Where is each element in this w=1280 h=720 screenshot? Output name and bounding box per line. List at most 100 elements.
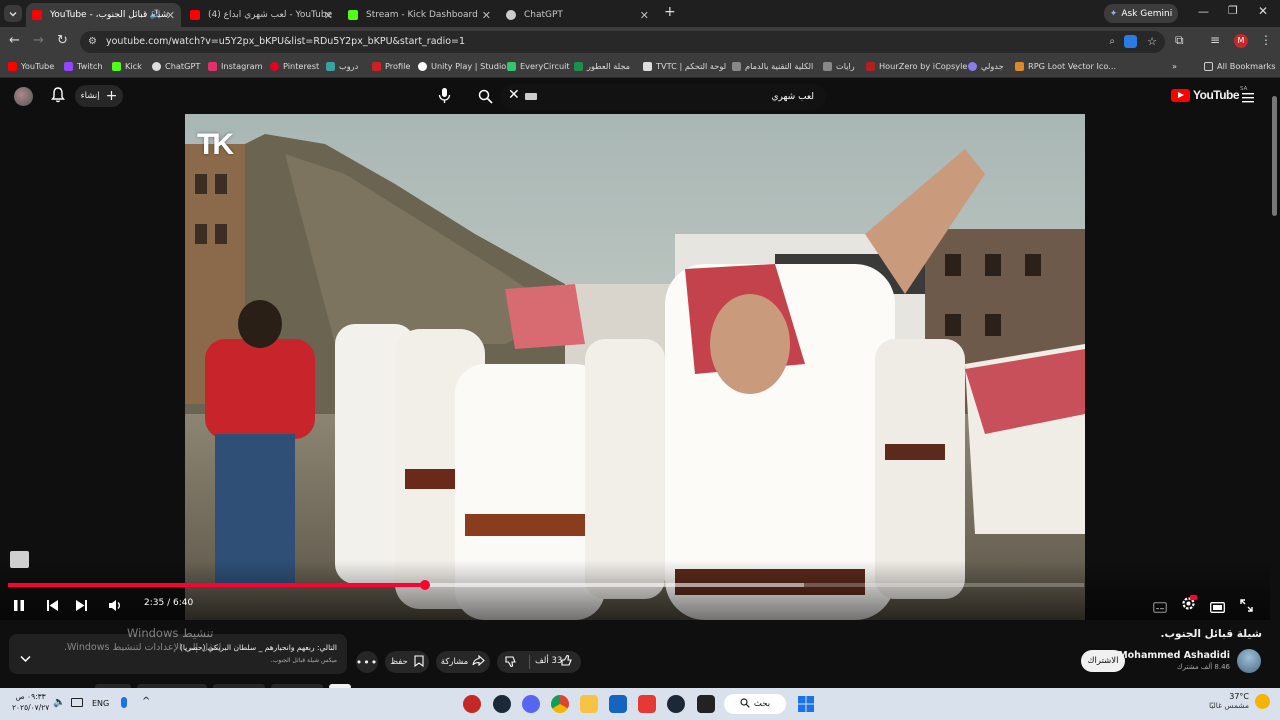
- progress-bar[interactable]: [8, 580, 1084, 590]
- keyboard-icon[interactable]: [525, 93, 537, 100]
- close-icon[interactable]: ✕: [640, 9, 649, 22]
- bookmark-droob[interactable]: دروب: [326, 61, 358, 71]
- maximize-button[interactable]: ❐: [1228, 4, 1238, 17]
- voice-search-icon[interactable]: [438, 87, 451, 108]
- back-icon[interactable]: ←: [9, 33, 20, 48]
- app-icon[interactable]: [463, 695, 481, 713]
- subtitles-icon[interactable]: [1153, 598, 1167, 617]
- star-icon[interactable]: ☆: [1147, 31, 1157, 53]
- share-button[interactable]: مشاركة: [436, 651, 490, 673]
- youtube-logo[interactable]: YouTube SA: [1171, 86, 1247, 102]
- miniplayer-thumb[interactable]: [10, 551, 29, 568]
- windows-taskbar: 37°C مشمس غالبًا بحث ^ ENG 🔈 ٠٩:٣٣ ص ٢٠٢…: [0, 688, 1280, 720]
- chrome-icon[interactable]: [551, 695, 569, 713]
- menu-icon[interactable]: ⋮: [1260, 33, 1272, 47]
- clock[interactable]: ٠٩:٣٣ ص ٢٠٢٥/٠٧/٢٧: [12, 691, 49, 713]
- page-scrollbar[interactable]: [1270, 84, 1278, 684]
- pause-icon[interactable]: [13, 597, 25, 616]
- discord-icon[interactable]: [522, 695, 540, 713]
- show-hidden-icons[interactable]: ^: [142, 696, 150, 707]
- tab-search-button[interactable]: [4, 5, 22, 22]
- close-window-button[interactable]: ✕: [1258, 4, 1268, 18]
- bookmark-pinterest[interactable]: Pinterest: [270, 61, 319, 71]
- channel-avatar[interactable]: [1237, 649, 1261, 673]
- extensions-icon[interactable]: ⧉: [1175, 33, 1184, 48]
- close-icon[interactable]: ✕: [166, 9, 175, 22]
- guide-menu-icon[interactable]: [1242, 88, 1254, 107]
- battery-icon[interactable]: [71, 698, 83, 707]
- more-actions-button[interactable]: •••: [356, 651, 378, 673]
- sun-icon: [1255, 693, 1270, 709]
- reload-icon[interactable]: ↻: [57, 33, 68, 48]
- bookmark-chatgpt[interactable]: ChatGPT: [152, 61, 200, 71]
- microphone-icon[interactable]: [121, 697, 127, 708]
- search-icon[interactable]: [478, 89, 493, 108]
- url-field[interactable]: ⚙ youtube.com/watch?v=u5Y2px_bKPU&list=R…: [80, 31, 1165, 53]
- bookmark-perfume[interactable]: مجلة العطور: [574, 61, 630, 71]
- bookmark-rpg[interactable]: RPG Loot Vector Ico...: [1015, 61, 1116, 71]
- channel-name[interactable]: Mohammed Ashadidi: [1118, 650, 1230, 661]
- close-icon[interactable]: ✕: [324, 9, 333, 22]
- weather-widget[interactable]: 37°C مشمس غالبًا: [1209, 692, 1270, 710]
- subscribe-button[interactable]: الاشتراك: [1081, 650, 1125, 672]
- bookmark-youtube[interactable]: YouTube: [8, 61, 54, 71]
- theater-mode-icon[interactable]: [1210, 598, 1225, 617]
- media-controls-icon[interactable]: ≡: [1210, 33, 1220, 47]
- bookmark-rayat[interactable]: رايات: [823, 61, 855, 71]
- task-view-icon[interactable]: [697, 695, 715, 713]
- store-icon[interactable]: [609, 695, 627, 713]
- speaker-icon[interactable]: 🔈: [53, 697, 65, 708]
- profile-avatar[interactable]: M: [1234, 34, 1248, 48]
- bookmark-schedule[interactable]: جدولي: [968, 61, 1004, 71]
- bookmark-twitch[interactable]: Twitch: [64, 61, 103, 71]
- tab-youtube-2[interactable]: (4) لعب شهري ابداع - YouTube ✕: [184, 3, 339, 27]
- language-indicator[interactable]: ENG: [92, 699, 109, 708]
- ask-gemini-button[interactable]: ✦ Ask Gemini: [1104, 4, 1178, 23]
- fullscreen-icon[interactable]: [1240, 597, 1253, 616]
- settings-gear-icon[interactable]: [1181, 595, 1197, 615]
- account-avatar[interactable]: [14, 87, 33, 106]
- bookmark-everycircuit[interactable]: EveryCircuit: [507, 61, 570, 71]
- scrollbar-thumb[interactable]: [1272, 96, 1277, 216]
- bookmarks-overflow-button[interactable]: »: [1172, 61, 1177, 71]
- next-up-card[interactable]: التالي: ربعهم وانحبارهم _ سلطان البريكي …: [9, 634, 347, 674]
- clear-search-icon[interactable]: ✕: [508, 87, 520, 103]
- scrubber-handle[interactable]: [419, 580, 430, 590]
- zoom-icon[interactable]: ⌕: [1109, 31, 1115, 53]
- expand-chevron-icon[interactable]: [20, 648, 31, 667]
- volume-icon[interactable]: [108, 597, 123, 616]
- bookmark-profile[interactable]: Profile: [372, 61, 410, 71]
- minimize-button[interactable]: —: [1198, 5, 1209, 18]
- bookmark-kick[interactable]: Kick: [112, 61, 142, 71]
- photos-icon[interactable]: [638, 695, 656, 713]
- bookmark-college[interactable]: الكلية التقنية بالدمام: [732, 61, 813, 71]
- next-icon[interactable]: [75, 597, 88, 616]
- steam-icon[interactable]: [667, 695, 685, 713]
- tab-chatgpt[interactable]: ChatGPT ✕: [500, 3, 655, 27]
- search-input[interactable]: [544, 87, 814, 107]
- forward-icon[interactable]: →: [33, 33, 44, 48]
- tab-youtube-active[interactable]: شيلة قبائل الجنوب، - YouTube 🔊 ✕: [26, 3, 181, 27]
- taskbar-search[interactable]: بحث: [724, 694, 786, 714]
- bookmark-tvtc[interactable]: TVTC | لوحة التحكم: [643, 61, 726, 71]
- everycircuit-icon: [507, 61, 516, 71]
- site-info-icon[interactable]: ⚙: [88, 31, 97, 53]
- close-icon[interactable]: ✕: [482, 9, 491, 22]
- new-tab-button[interactable]: +: [664, 4, 676, 20]
- save-button[interactable]: حفظ: [385, 651, 429, 673]
- all-bookmarks-button[interactable]: All Bookmarks: [1204, 61, 1276, 71]
- like-button[interactable]: [561, 654, 574, 670]
- bookmark-instagram[interactable]: Instagram: [208, 61, 263, 71]
- bookmark-unity[interactable]: Unity Play | Studio: [418, 61, 506, 71]
- notifications-bell-icon[interactable]: [51, 87, 65, 107]
- steam-client-icon[interactable]: [493, 695, 511, 713]
- tab-kick[interactable]: Stream - Kick Dashboard ✕: [342, 3, 497, 27]
- previous-icon[interactable]: [46, 597, 59, 616]
- translate-icon[interactable]: [1124, 35, 1137, 48]
- create-button[interactable]: إنشاء +: [75, 85, 123, 107]
- bookmark-hourzero[interactable]: HourZero by iCopsyle: [866, 61, 967, 71]
- video-player[interactable]: TK: [185, 114, 1085, 620]
- file-explorer-icon[interactable]: [580, 695, 598, 713]
- start-icon[interactable]: [797, 695, 815, 713]
- dislike-button[interactable]: [505, 655, 518, 671]
